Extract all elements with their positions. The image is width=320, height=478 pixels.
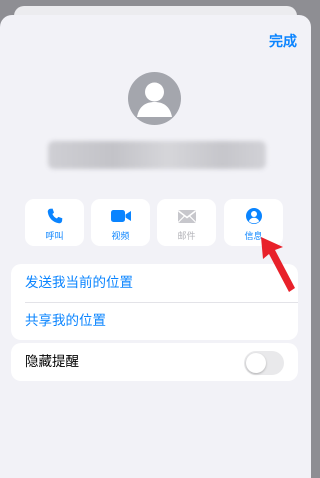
- done-button[interactable]: 完成: [269, 31, 297, 51]
- location-group: 发送我当前的位置 共享我的位置: [11, 264, 298, 340]
- hide-alerts-toggle[interactable]: [244, 351, 284, 375]
- person-circle-icon: [245, 208, 262, 224]
- send-current-location-item[interactable]: 发送我当前的位置: [11, 264, 298, 302]
- call-button[interactable]: 呼叫: [25, 199, 84, 246]
- video-button[interactable]: 视频: [91, 199, 150, 246]
- video-label: 视频: [111, 232, 130, 242]
- mail-button[interactable]: 邮件: [157, 199, 216, 246]
- contact-name-redacted: [48, 141, 266, 169]
- share-my-location-item[interactable]: 共享我的位置: [11, 302, 298, 340]
- mail-icon: [177, 210, 196, 223]
- hide-alerts-label: 隐藏提醒: [25, 354, 79, 370]
- phone-icon: [47, 208, 62, 224]
- mail-label: 邮件: [177, 232, 196, 242]
- hide-alerts-row: 隐藏提醒: [11, 343, 298, 381]
- call-label: 呼叫: [45, 232, 64, 242]
- annotation-arrow-icon: [261, 237, 295, 292]
- person-silhouette-icon: [137, 82, 172, 117]
- toggle-knob: [246, 353, 266, 373]
- hide-alerts-group: 隐藏提醒: [11, 343, 298, 381]
- avatar: [128, 72, 181, 125]
- video-camera-icon: [110, 210, 131, 222]
